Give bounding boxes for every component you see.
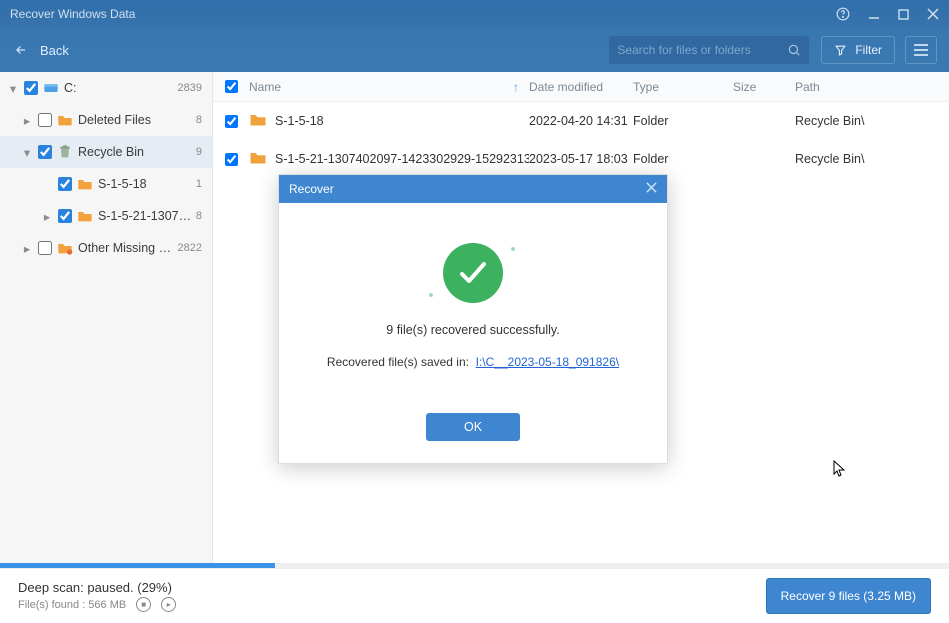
search-box[interactable] (609, 36, 809, 64)
resume-scan-button[interactable]: ▸ (161, 597, 176, 612)
scan-progress-done (0, 563, 275, 568)
modal-close-button[interactable] (646, 182, 657, 196)
help-icon[interactable] (836, 7, 850, 21)
scan-status-text: Deep scan: paused. (29%) (18, 580, 176, 595)
file-name: S-1-5-21-1307402097-1423302929-152923130… (275, 152, 529, 166)
modal-saved-label: Recovered file(s) saved in: (327, 355, 469, 369)
file-path: Recycle Bin\ (795, 114, 949, 128)
filter-button[interactable]: Filter (821, 36, 895, 64)
scan-found-text: File(s) found : 566 MB (18, 599, 126, 611)
tree-item-sid1[interactable]: S-1-5-18 1 (0, 168, 212, 200)
chevron-down-icon[interactable]: ▾ (6, 81, 20, 96)
title-bar: Recover Windows Data (0, 0, 949, 28)
column-name[interactable]: Name↑ (249, 80, 529, 94)
row-checkbox[interactable] (225, 153, 238, 166)
stop-scan-button[interactable]: ■ (136, 597, 151, 612)
recover-modal: Recover 9 file(s) recovered successfully… (278, 174, 668, 464)
menu-icon (914, 44, 928, 56)
modal-message: 9 file(s) recovered successfully. (297, 323, 649, 337)
file-date: 2022-04-20 14:31 (529, 114, 633, 128)
back-button[interactable]: Back (12, 43, 69, 58)
modal-titlebar: Recover (279, 175, 667, 203)
tree-checkbox[interactable] (24, 81, 38, 95)
modal-title: Recover (289, 182, 334, 196)
tree-item-drive[interactable]: ▾ C: 2839 (0, 72, 212, 104)
folder-icon (249, 150, 267, 168)
folder-icon (249, 112, 267, 130)
close-icon[interactable] (927, 8, 939, 20)
column-headers: Name↑ Date modified Type Size Path (213, 72, 949, 102)
close-icon (646, 182, 657, 193)
tree-item-othermissing[interactable]: ▸ Other Missing Files 2822 (0, 232, 212, 264)
folder-icon (56, 241, 74, 255)
menu-button[interactable] (905, 36, 937, 64)
folder-icon (76, 209, 94, 223)
search-input[interactable] (617, 43, 787, 57)
file-type: Folder (633, 114, 733, 128)
scan-progress-bar (0, 563, 949, 568)
file-date: 2023-05-17 18:03 (529, 152, 633, 166)
select-all-checkbox[interactable] (225, 80, 238, 93)
file-path: Recycle Bin\ (795, 152, 949, 166)
folder-icon (76, 177, 94, 191)
back-label: Back (40, 43, 69, 58)
file-row[interactable]: S-1-5-18 2022-04-20 14:31 Folder Recycle… (213, 102, 949, 140)
drive-icon (42, 81, 60, 95)
maximize-icon[interactable] (898, 9, 909, 20)
modal-saved-link[interactable]: I:\C__2023-05-18_091826\ (476, 355, 619, 369)
modal-ok-button[interactable]: OK (426, 413, 520, 441)
folder-icon (56, 113, 74, 127)
column-type[interactable]: Type (633, 80, 733, 94)
file-name: S-1-5-18 (275, 114, 324, 128)
row-checkbox[interactable] (225, 115, 238, 128)
chevron-down-icon[interactable]: ▾ (20, 145, 34, 160)
success-icon (443, 243, 503, 303)
recycle-bin-icon (56, 144, 74, 160)
tree-checkbox[interactable] (38, 145, 52, 159)
tree-item-deleted[interactable]: ▸ Deleted Files 8 (0, 104, 212, 136)
minimize-icon[interactable] (868, 8, 880, 20)
tree-checkbox[interactable] (58, 177, 72, 191)
sidebar: ▾ C: 2839 ▸ Deleted Files 8 ▾ Recycle Bi… (0, 72, 213, 563)
tree-checkbox[interactable] (38, 241, 52, 255)
recover-button[interactable]: Recover 9 files (3.25 MB) (766, 578, 931, 614)
file-type: Folder (633, 152, 733, 166)
window-title: Recover Windows Data (10, 7, 135, 21)
chevron-right-icon[interactable]: ▸ (40, 209, 54, 224)
chevron-right-icon[interactable]: ▸ (20, 241, 34, 256)
column-size[interactable]: Size (733, 80, 795, 94)
tree-checkbox[interactable] (58, 209, 72, 223)
search-icon[interactable] (787, 43, 801, 57)
column-date[interactable]: Date modified (529, 80, 633, 94)
footer: Deep scan: paused. (29%) File(s) found :… (0, 568, 949, 623)
chevron-right-icon[interactable]: ▸ (20, 113, 34, 128)
toolbar: Back Filter (0, 28, 949, 72)
sort-asc-icon[interactable]: ↑ (513, 80, 519, 94)
column-path[interactable]: Path (795, 80, 949, 94)
tree-checkbox[interactable] (38, 113, 52, 127)
filter-icon (834, 44, 847, 57)
tree-item-sid2[interactable]: ▸ S-1-5-21-13074... 8 (0, 200, 212, 232)
filter-label: Filter (855, 43, 882, 57)
file-row[interactable]: S-1-5-21-1307402097-1423302929-152923130… (213, 140, 949, 178)
tree-item-recyclebin[interactable]: ▾ Recycle Bin 9 (0, 136, 212, 168)
